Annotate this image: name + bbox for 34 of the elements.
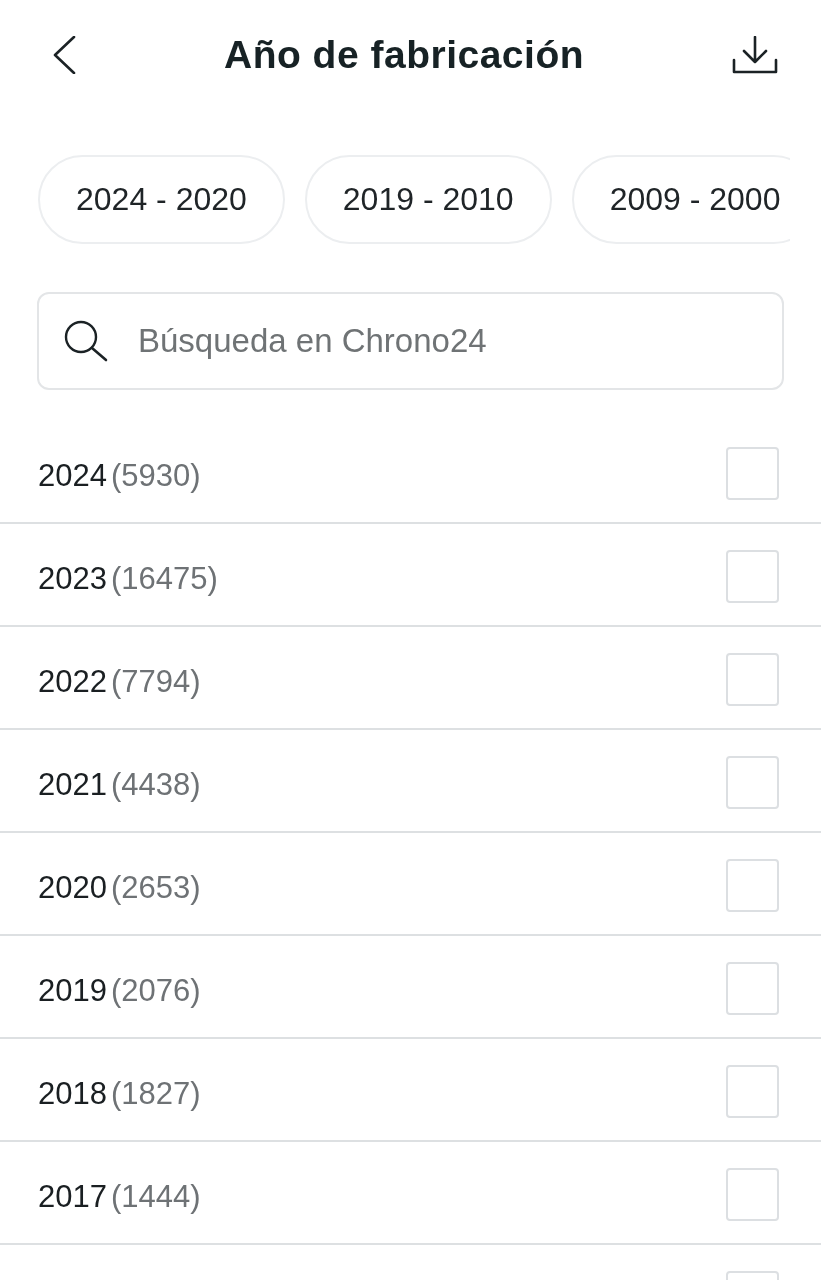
result-count: (2653): [110, 869, 201, 906]
checkbox[interactable]: [726, 962, 779, 1015]
year-range-chip[interactable]: 2024 - 2020: [38, 155, 285, 244]
checkbox[interactable]: [726, 1168, 779, 1221]
year-label: 2017: [38, 1178, 107, 1215]
search-icon: [64, 320, 108, 362]
checkbox[interactable]: [726, 756, 779, 809]
result-count: (1827): [110, 1075, 201, 1112]
year-label: 2023: [38, 560, 107, 597]
year-label: 2022: [38, 663, 107, 700]
checkbox[interactable]: [726, 1065, 779, 1118]
download-icon: [732, 36, 778, 74]
year-label: 2018: [38, 1075, 107, 1112]
year-range-chip[interactable]: 2009 - 2000: [571, 155, 790, 244]
checkbox[interactable]: [726, 447, 779, 500]
result-count: (4438): [110, 766, 201, 803]
checkbox[interactable]: [726, 653, 779, 706]
year-label: 2019: [38, 972, 107, 1009]
back-button[interactable]: [52, 36, 76, 74]
page-title: Año de fabricación: [223, 33, 585, 77]
download-button[interactable]: [732, 36, 778, 74]
result-count: (5930): [110, 457, 201, 494]
result-count: (7794): [110, 663, 201, 700]
year-range-chip[interactable]: 2019 - 2010: [304, 155, 552, 244]
result-count: (1444): [110, 1178, 201, 1215]
checkbox[interactable]: [726, 550, 779, 603]
checkbox[interactable]: [726, 859, 779, 912]
result-count: (16475): [110, 560, 218, 597]
year-label: 2021: [38, 766, 107, 803]
year-label: 2020: [38, 869, 107, 906]
result-count: (2076): [110, 972, 201, 1009]
search-field[interactable]: Búsqueda en Chrono24: [37, 292, 784, 390]
year-label: 2024: [38, 457, 107, 494]
back-chevron-icon: [52, 36, 76, 74]
